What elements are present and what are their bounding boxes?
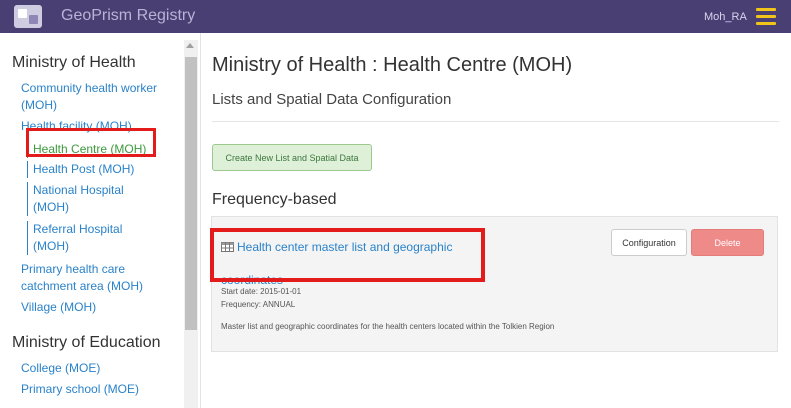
sidebar-item-community-health-worker[interactable]: Community health worker (MOH)	[21, 80, 176, 114]
sidebar-item-college[interactable]: College (MOE)	[21, 360, 100, 377]
configuration-button[interactable]: Configuration	[611, 229, 687, 256]
top-navbar: GeoPrism Registry Moh_RA	[0, 0, 791, 33]
frequency: Frequency: ANNUAL	[221, 300, 296, 309]
sidebar-group-education-title: Ministry of Education	[12, 334, 161, 351]
sidebar-item-referral-hospital[interactable]: Referral Hospital (MOH)	[27, 221, 143, 255]
app-title[interactable]: GeoPrism Registry	[61, 7, 195, 25]
logo-icon[interactable]	[14, 5, 42, 28]
sidebar-group-health-title: Ministry of Health	[12, 54, 136, 71]
sidebar-item-primary-school[interactable]: Primary school (MOE)	[21, 381, 139, 398]
page-title: Ministry of Health : Health Centre (MOH)	[212, 54, 573, 76]
create-list-button[interactable]: Create New List and Spatial Data	[212, 144, 372, 171]
page-subtitle: Lists and Spatial Data Configuration	[212, 91, 452, 108]
section-heading-frequency-based: Frequency-based	[212, 191, 337, 208]
sidebar-item-health-post[interactable]: Health Post (MOH)	[27, 161, 134, 178]
sidebar-item-national-hospital[interactable]: National Hospital (MOH)	[27, 182, 143, 216]
sidebar-item-primary-health-care-catchment[interactable]: Primary health care catchment area (MOH)	[21, 261, 156, 295]
user-name[interactable]: Moh_RA	[704, 11, 747, 23]
scroll-up-arrow-icon[interactable]	[186, 43, 194, 48]
delete-button[interactable]: Delete	[691, 229, 764, 256]
sidebar-item-village[interactable]: Village (MOH)	[21, 299, 96, 316]
hamburger-menu-icon[interactable]	[756, 8, 776, 25]
highlight-box-list-title	[210, 228, 485, 282]
highlight-box-sidebar	[26, 128, 156, 157]
scrollbar-thumb[interactable]	[185, 57, 197, 330]
list-description: Master list and geographic coordinates f…	[221, 322, 555, 331]
start-date: Start date: 2015-01-01	[221, 287, 302, 296]
divider	[212, 121, 779, 122]
